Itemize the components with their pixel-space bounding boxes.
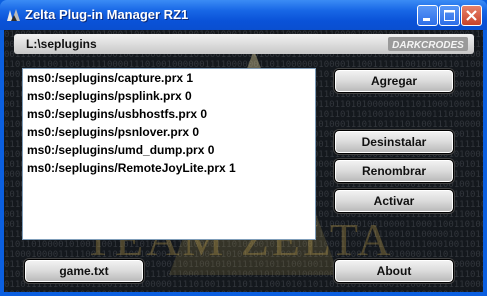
about-button[interactable]: About [334, 259, 454, 283]
close-button[interactable] [461, 5, 482, 26]
svg-text:DARKCRODES: DARKCRODES [392, 40, 464, 51]
list-item[interactable]: ms0:/seplugins/umd_dump.prx 0 [23, 141, 315, 159]
client-area: 0100010110011000101000110010011001001001… [4, 30, 483, 292]
list-item[interactable]: ms0:/seplugins/psnlover.prx 0 [23, 123, 315, 141]
window-title: Zelta Plug-in Manager RZ1 [25, 7, 189, 22]
add-button[interactable]: Agregar [334, 69, 454, 93]
minimize-icon [423, 18, 430, 21]
list-item[interactable]: ms0:/seplugins/psplink.prx 0 [23, 87, 315, 105]
darkcrodes-logo: DARKCRODES [388, 37, 468, 51]
path-bar: L:\seplugins DARKCRODES [14, 34, 474, 54]
list-item[interactable]: ms0:/seplugins/RemoteJoyLite.prx 1 [23, 159, 315, 177]
rename-button[interactable]: Renombrar [334, 159, 454, 183]
plugin-list[interactable]: ms0:/seplugins/capture.prx 1 ms0:/seplug… [22, 68, 316, 240]
path-label: L:\seplugins [26, 37, 97, 51]
maximize-button[interactable] [439, 5, 460, 26]
activate-button[interactable]: Activar [334, 189, 454, 213]
maximize-icon [444, 10, 455, 21]
uninstall-button[interactable]: Desinstalar [334, 130, 454, 154]
list-item[interactable]: ms0:/seplugins/capture.prx 1 [23, 69, 315, 87]
game-txt-button[interactable]: game.txt [24, 259, 144, 283]
app-window: Zelta Plug-in Manager RZ1 01000101100110… [0, 0, 487, 296]
close-icon [466, 10, 477, 21]
list-item[interactable]: ms0:/seplugins/usbhostfs.prx 0 [23, 105, 315, 123]
title-bar[interactable]: Zelta Plug-in Manager RZ1 [0, 0, 487, 30]
app-icon [7, 9, 20, 21]
minimize-button[interactable] [417, 5, 438, 26]
